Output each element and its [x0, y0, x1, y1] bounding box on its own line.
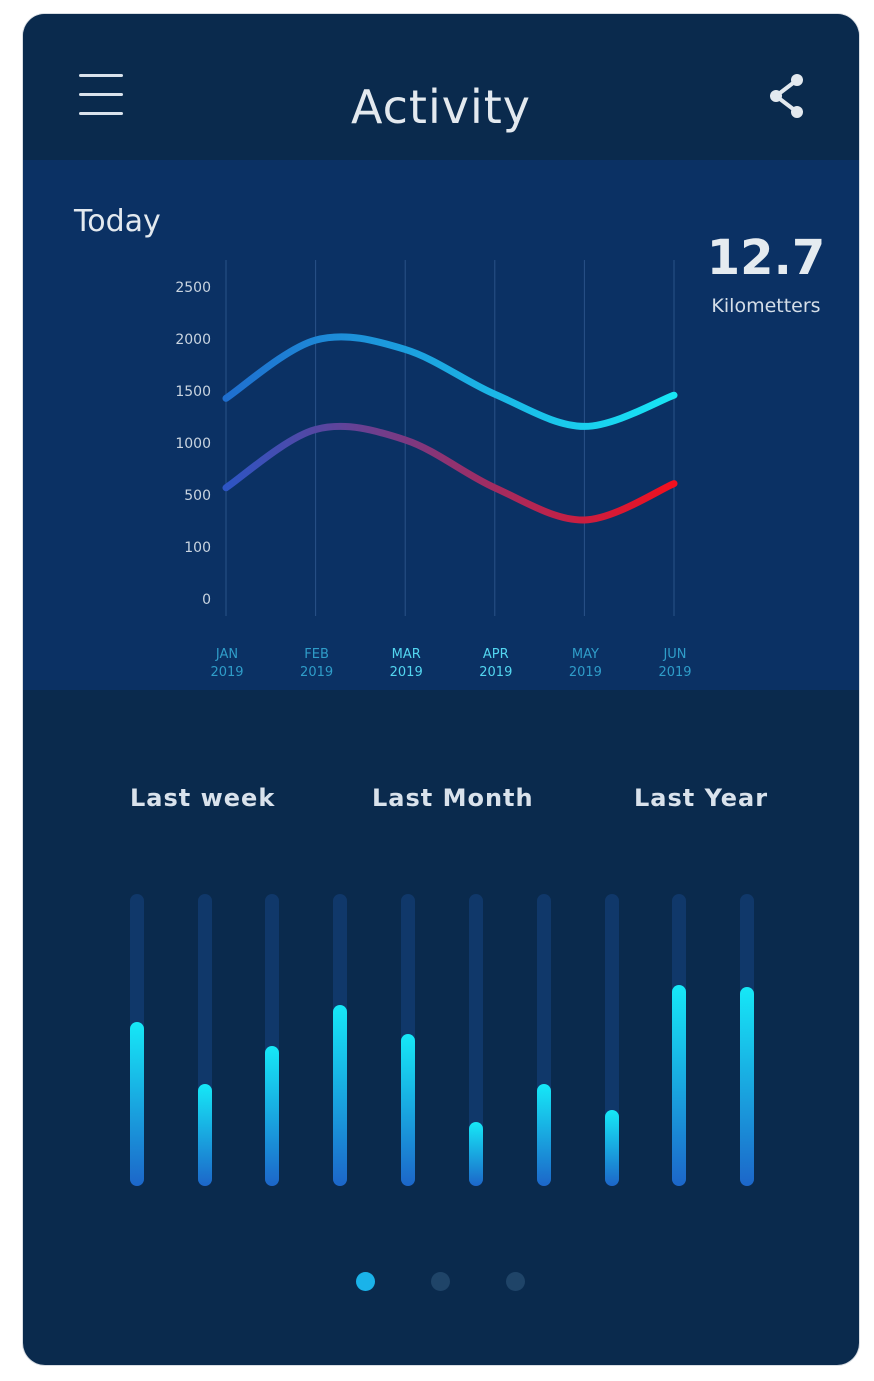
pagination-dot[interactable]	[506, 1272, 525, 1291]
today-chart-panel: Today 12.7 Kilometters 2500 2000 1500 1000 5…	[23, 160, 859, 690]
bar-track	[198, 894, 212, 1186]
x-tick-year: 2019	[569, 665, 602, 680]
page-title: Activity	[350, 80, 532, 134]
series-line-2	[222, 422, 678, 524]
y-tick-label: 500	[184, 488, 211, 504]
tab-last-month[interactable]: Last Month	[372, 784, 534, 812]
pagination-dot[interactable]	[431, 1272, 450, 1291]
bar-track	[672, 894, 686, 1186]
series-line-1	[222, 333, 678, 430]
y-tick-label: 100	[184, 540, 211, 556]
bar-fill	[672, 985, 686, 1186]
x-tick-month: FEB	[304, 647, 329, 662]
bar-fill	[401, 1034, 415, 1186]
x-tick-year: 2019	[300, 665, 333, 680]
x-tick-month: MAR	[392, 647, 421, 662]
x-tick-month: JAN	[215, 647, 238, 662]
y-tick-label: 2000	[175, 332, 211, 348]
bar-track	[537, 894, 551, 1186]
app-header: Activity	[23, 14, 859, 160]
x-tick-month: APR	[483, 647, 509, 662]
share-icon[interactable]	[767, 72, 807, 120]
x-tick-year: 2019	[658, 665, 691, 680]
pagination-dot[interactable]	[356, 1272, 375, 1291]
bar-track	[469, 894, 483, 1186]
bar-track	[401, 894, 415, 1186]
pagination-dots	[23, 1272, 859, 1292]
bar-fill	[333, 1005, 347, 1186]
bar-fill	[605, 1110, 619, 1186]
bar-fill	[130, 1022, 144, 1186]
y-tick-label: 2500	[175, 280, 211, 296]
bar-fill	[469, 1122, 483, 1186]
bar-fill	[198, 1084, 212, 1186]
activity-bars	[23, 894, 859, 1194]
bar-track	[130, 894, 144, 1186]
x-tick-year: 2019	[390, 665, 423, 680]
y-tick-label: 1500	[175, 384, 211, 400]
bar-track	[333, 894, 347, 1186]
x-tick-year: 2019	[479, 665, 512, 680]
x-tick-year: 2019	[210, 665, 243, 680]
bar-fill	[740, 987, 754, 1186]
tab-last-year[interactable]: Last Year	[634, 784, 768, 812]
x-tick-month: JUN	[662, 647, 686, 662]
bar-track	[605, 894, 619, 1186]
activity-line-chart: 25002000150010005001000JAN2019FEB2019MAR…	[175, 260, 692, 680]
bar-track	[265, 894, 279, 1186]
y-tick-label: 1000	[175, 436, 211, 452]
y-tick-label: 0	[202, 592, 211, 608]
bar-fill	[537, 1084, 551, 1186]
tab-last-week[interactable]: Last week	[130, 784, 275, 812]
bar-track	[740, 894, 754, 1186]
period-tabs: Last week Last Month Last Year	[23, 784, 859, 824]
x-tick-month: MAY	[572, 647, 599, 662]
bar-fill	[265, 1046, 279, 1186]
activity-card: Activity Today 12.7 Kilometters 2500 2000…	[23, 14, 859, 1365]
